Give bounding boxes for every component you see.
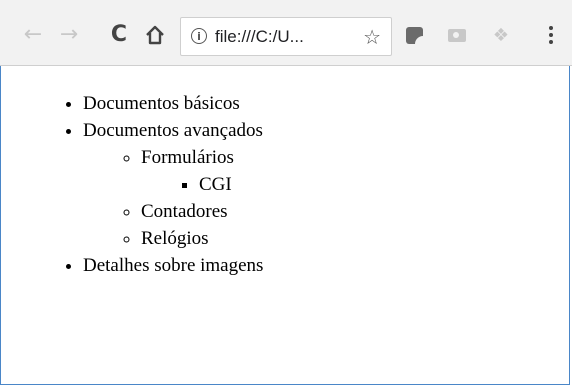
kebab-menu-icon xyxy=(549,26,553,30)
extension-button-2[interactable] xyxy=(447,25,467,45)
list-item: Contadores xyxy=(141,198,572,225)
list-item-label: Formulários xyxy=(141,147,234,168)
sub-list: Formulários CGI Contadores Relógios xyxy=(83,144,572,252)
home-button[interactable] xyxy=(142,22,168,48)
list-item: Relógios xyxy=(141,225,572,252)
arrow-left-icon: ← xyxy=(23,22,43,47)
extension-button-1[interactable] xyxy=(404,25,424,45)
arrow-right-icon: → xyxy=(59,22,79,47)
home-icon xyxy=(146,25,164,45)
list-item: CGI xyxy=(199,171,572,198)
reload-icon: C xyxy=(110,22,128,47)
back-button[interactable]: ← xyxy=(20,22,46,48)
reload-button[interactable]: C xyxy=(106,22,132,48)
page-content: Documentos básicos Documentos avançados … xyxy=(0,66,572,387)
browser-toolbar: ← → C i file:///C:/U... ☆ ❖ xyxy=(0,0,572,66)
list-item-label: Detalhes sobre imagens xyxy=(83,255,264,276)
list-item-label: Relógios xyxy=(141,228,209,249)
extension-button-3[interactable]: ❖ xyxy=(491,24,511,46)
star-icon[interactable]: ☆ xyxy=(363,25,381,49)
list-item: Detalhes sobre imagens xyxy=(83,252,572,279)
browser-menu-button[interactable] xyxy=(544,22,558,48)
info-icon[interactable]: i xyxy=(191,28,207,44)
list-item-label: Documentos básicos xyxy=(83,93,240,114)
list-item: Documentos avançados Formulários CGI Con… xyxy=(83,117,572,252)
list-item-label: Contadores xyxy=(141,201,228,222)
pocket-like-extension-icon xyxy=(405,26,423,44)
sub-sub-list: CGI xyxy=(141,171,572,198)
list-item: Documentos básicos xyxy=(83,90,572,117)
list-item-label: Documentos avançados xyxy=(83,120,263,141)
address-bar-url: file:///C:/U... xyxy=(215,27,304,46)
list-item: Formulários CGI xyxy=(141,144,572,198)
forward-button[interactable]: → xyxy=(56,22,82,48)
dropbox-extension-icon: ❖ xyxy=(492,24,510,46)
camera-extension-icon xyxy=(448,28,466,42)
list-item-label: CGI xyxy=(199,174,232,195)
address-bar[interactable]: i file:///C:/U... ☆ xyxy=(180,17,392,56)
main-list: Documentos básicos Documentos avançados … xyxy=(0,90,572,279)
